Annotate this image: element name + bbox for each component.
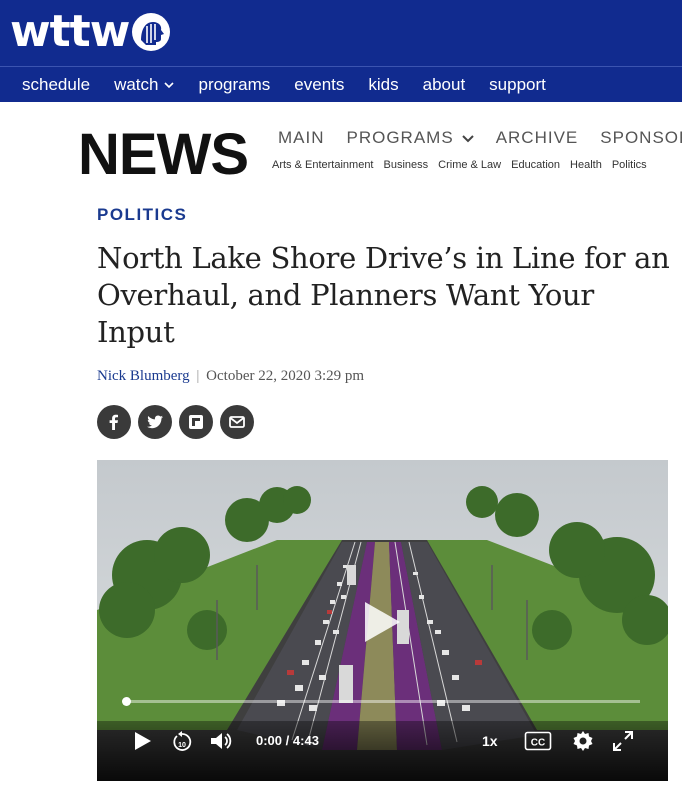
video-current-time: 0:00 <box>256 733 283 748</box>
fullscreen-icon[interactable] <box>612 730 634 752</box>
video-player[interactable]: 10 0:00 / 4:43 1x CC <box>97 460 668 781</box>
playback-speed-button[interactable]: 1x <box>482 733 498 749</box>
chevron-down-icon <box>461 135 474 143</box>
article-category[interactable]: POLITICS <box>97 205 187 225</box>
subnav-business[interactable]: Business <box>384 159 429 171</box>
subnav-education[interactable]: Education <box>511 159 560 171</box>
twitter-icon <box>147 415 163 429</box>
captions-label: CC <box>531 738 545 749</box>
settings-gear-icon[interactable] <box>572 730 594 752</box>
nav-events[interactable]: events <box>294 75 344 95</box>
byline: Nick Blumberg | October 22, 2020 3:29 pm <box>97 368 364 385</box>
news-sub-nav: Arts & Entertainment Business Crime & La… <box>272 159 647 171</box>
news-nav-programs-label: PROGRAMS <box>346 128 454 147</box>
video-duration: 4:43 <box>292 733 319 748</box>
video-progress-handle[interactable] <box>122 697 131 706</box>
nav-watch[interactable]: watch <box>114 74 175 95</box>
wttw-logo-text: wttw <box>10 6 130 57</box>
subnav-crime-law[interactable]: Crime & Law <box>438 159 501 171</box>
rewind-10-icon[interactable]: 10 <box>171 730 193 754</box>
facebook-icon <box>109 414 118 430</box>
video-time-display: 0:00 / 4:43 <box>256 733 319 748</box>
news-nav-sponsors[interactable]: SPONSORS <box>600 128 682 148</box>
share-buttons <box>97 405 261 439</box>
news-main-nav: MAIN PROGRAMS ARCHIVE SPONSORS <box>278 128 682 148</box>
captions-icon[interactable]: CC <box>524 730 552 752</box>
subnav-politics[interactable]: Politics <box>612 159 647 171</box>
play-overlay-icon[interactable] <box>362 600 402 644</box>
byline-separator: | <box>196 368 200 384</box>
nav-schedule[interactable]: schedule <box>22 75 90 95</box>
news-nav-archive[interactable]: ARCHIVE <box>496 128 579 148</box>
chevron-down-icon <box>164 81 175 88</box>
nav-about[interactable]: about <box>423 75 466 95</box>
rewind-seconds: 10 <box>178 742 186 749</box>
twitter-share-button[interactable] <box>138 405 172 439</box>
author-link[interactable]: Nick Blumberg <box>97 368 190 384</box>
play-icon[interactable] <box>133 730 153 752</box>
news-logo[interactable]: NEWS <box>78 126 249 184</box>
video-time-separator: / <box>285 733 290 748</box>
pbs-head-icon <box>132 13 171 51</box>
subnav-health[interactable]: Health <box>570 159 602 171</box>
article-headline: North Lake Shore Drive’s in Line for an … <box>97 241 670 349</box>
wttw-logo[interactable]: wttw <box>10 10 171 54</box>
nav-support[interactable]: support <box>489 75 546 95</box>
nav-kids[interactable]: kids <box>368 75 398 95</box>
subnav-arts-entertainment[interactable]: Arts & Entertainment <box>272 159 374 171</box>
flipboard-icon <box>189 415 203 429</box>
publish-date: October 22, 2020 3:29 pm <box>206 368 365 384</box>
site-nav: schedule watch programs events kids abou… <box>0 66 682 102</box>
site-header: wttw <box>0 0 682 66</box>
email-icon <box>229 416 245 428</box>
flipboard-share-button[interactable] <box>179 405 213 439</box>
nav-programs[interactable]: programs <box>198 75 270 95</box>
email-share-button[interactable] <box>220 405 254 439</box>
nav-watch-label: watch <box>114 74 159 94</box>
volume-icon[interactable] <box>209 730 233 752</box>
facebook-share-button[interactable] <box>97 405 131 439</box>
video-progress-bar[interactable] <box>124 700 640 703</box>
news-nav-programs[interactable]: PROGRAMS <box>347 128 474 148</box>
news-nav-main[interactable]: MAIN <box>278 128 325 148</box>
